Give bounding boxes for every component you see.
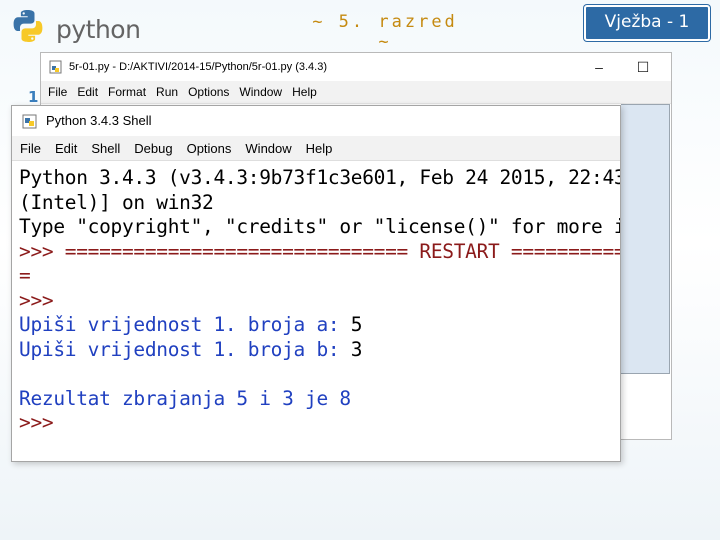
- python-logo: python: [10, 8, 145, 44]
- menu-window[interactable]: Window: [234, 81, 287, 103]
- shell-line: Python 3.4.3 (v3.4.3:9b73f1c3e601, Feb 2…: [19, 166, 620, 189]
- editor-title: 5r-01.py - D:/AKTIVI/2014-15/Python/5r-0…: [69, 61, 328, 73]
- shell-titlebar[interactable]: Python 3.4.3 Shell: [12, 106, 620, 136]
- editor-line-number: 1: [28, 88, 39, 106]
- menu-options[interactable]: Options: [180, 136, 239, 162]
- menu-file[interactable]: File: [12, 136, 48, 162]
- logo-wordmark: python: [56, 15, 141, 44]
- editor-menubar: File Edit Format Run Options Window Help: [41, 81, 671, 104]
- editor-titlebar[interactable]: 5r-01.py - D:/AKTIVI/2014-15/Python/5r-0…: [41, 53, 671, 81]
- shell-window[interactable]: Python 3.4.3 Shell File Edit Shell Debug Opt…: [11, 105, 621, 462]
- shell-user-input: 5: [350, 313, 363, 336]
- shell-line: =: [19, 264, 31, 287]
- idle-file-icon: [49, 60, 62, 74]
- menu-shell[interactable]: Shell: [84, 136, 127, 162]
- shell-line: Rezultat zbrajanja 5 i 3 je 8: [19, 386, 351, 410]
- minimize-button[interactable]: –: [579, 53, 619, 81]
- maximize-button[interactable]: ☐: [623, 53, 663, 81]
- shell-line: [19, 362, 620, 387]
- menu-edit[interactable]: Edit: [48, 136, 84, 162]
- shell-line: >>>: [19, 288, 54, 312]
- shell-line: >>> ============================== RESTA…: [19, 239, 620, 263]
- python-logo-icon: [13, 10, 43, 42]
- shell-line: Upiši vrijednost 1. broja b: 3: [19, 338, 620, 363]
- menu-edit[interactable]: Edit: [72, 81, 103, 103]
- exercise-badge: Vježba - 1: [584, 5, 710, 41]
- shell-line: Type "copyright", "credits" or "license(…: [19, 215, 620, 238]
- shell-menubar: File Edit Shell Debug Options Window Help: [12, 136, 620, 161]
- menu-options[interactable]: Options: [183, 81, 234, 103]
- menu-debug[interactable]: Debug: [127, 136, 179, 162]
- shell-input-prompt: Upiši vrijednost 1. broja b:: [19, 337, 351, 361]
- shell-title: Python 3.4.3 Shell: [46, 113, 152, 128]
- menu-file[interactable]: File: [41, 81, 72, 103]
- shell-user-input: 3: [350, 337, 363, 361]
- shell-line: >>>: [19, 411, 54, 434]
- editor-code-area[interactable]: [621, 104, 670, 374]
- idle-shell-icon: [22, 114, 37, 129]
- menu-run[interactable]: Run: [151, 81, 183, 103]
- menu-format[interactable]: Format: [103, 81, 151, 103]
- shell-input-prompt: Upiši vrijednost 1. broja a:: [19, 313, 351, 336]
- shell-line: Upiši vrijednost 1. broja a: 5: [19, 313, 620, 338]
- menu-help[interactable]: Help: [287, 81, 322, 103]
- shell-output[interactable]: Python 3.4.3 (v3.4.3:9b73f1c3e601, Feb 2…: [19, 166, 620, 436]
- shell-line: (Intel)] on win32: [19, 190, 214, 214]
- menu-window[interactable]: Window: [238, 136, 298, 162]
- menu-help[interactable]: Help: [299, 136, 340, 162]
- slide-title: ~ 5. razred ~: [312, 12, 458, 52]
